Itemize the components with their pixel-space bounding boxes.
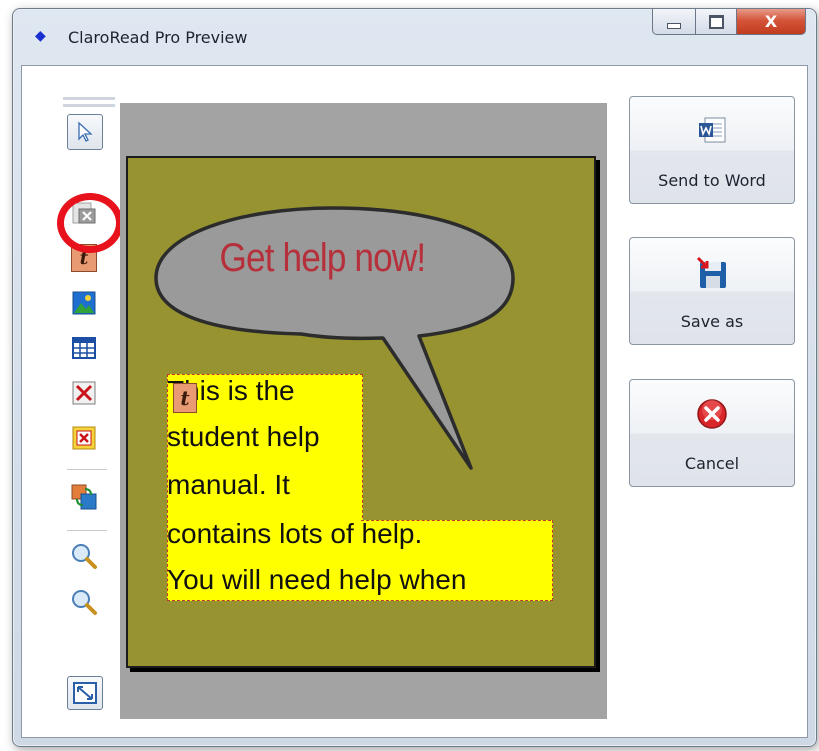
replace-image-button[interactable] — [67, 480, 101, 514]
body-text-line: contains lots of help. — [167, 518, 423, 549]
select-pointer-icon — [78, 121, 93, 142]
send-to-word-label: Send to Word — [658, 171, 766, 190]
text-box-marker-icon: t — [173, 383, 197, 413]
insert-table-icon — [72, 337, 96, 359]
fit-page-button[interactable] — [67, 676, 103, 710]
zoom-in-icon — [72, 544, 97, 569]
delete-button[interactable] — [67, 376, 101, 410]
delete-selection-button[interactable] — [67, 421, 101, 455]
insert-picture-button[interactable] — [67, 286, 101, 320]
caption-buttons: X — [652, 9, 806, 35]
action-icon-wrap — [630, 115, 794, 149]
window-title: ClaroRead Pro Preview — [68, 28, 248, 47]
cancel-label: Cancel — [684, 454, 740, 473]
word-icon — [699, 117, 726, 143]
maximize-icon — [708, 14, 724, 29]
vertical-toolbar: t — [55, 93, 123, 713]
close-icon: X — [764, 12, 778, 31]
zoom-in-button[interactable] — [67, 539, 101, 573]
zoom-out-button[interactable] — [67, 585, 101, 619]
save-as-label: Save as — [680, 312, 744, 331]
minimize-icon — [667, 22, 681, 29]
save-as-button[interactable]: Save as — [629, 237, 795, 345]
select-tool-button[interactable] — [67, 114, 103, 150]
toolbar-separator — [67, 530, 107, 531]
body-text-line: student help — [167, 421, 320, 452]
bubble-text: Get help now! — [219, 236, 427, 280]
body-text-line: You will need help when — [167, 564, 467, 595]
delete-icon — [72, 381, 96, 405]
toolbar-separator — [67, 469, 107, 470]
action-icon-wrap — [630, 256, 794, 290]
close-button[interactable]: X — [737, 9, 806, 35]
fit-page-icon — [73, 682, 97, 704]
replace-image-icon — [71, 484, 97, 510]
client-area: t Get help now! This is the student help… — [21, 65, 808, 738]
highlight-circle — [57, 193, 123, 253]
preview-page[interactable]: Get help now! This is the student help m… — [126, 156, 596, 668]
preview-pane[interactable]: Get help now! This is the student help m… — [120, 103, 607, 719]
insert-picture-icon — [72, 291, 96, 315]
delete-selection-icon — [72, 426, 96, 450]
cancel-button[interactable]: Cancel — [629, 379, 795, 487]
cancel-icon — [697, 399, 727, 429]
zoom-out-icon — [72, 590, 97, 615]
action-icon-wrap — [630, 398, 794, 432]
save-floppy-icon — [696, 256, 726, 288]
maximize-button[interactable] — [696, 9, 737, 35]
insert-table-button[interactable] — [67, 331, 101, 365]
title-bar[interactable]: ◆ ClaroRead Pro Preview X — [13, 9, 816, 65]
body-text-line: manual. It — [167, 469, 290, 500]
toolbar-grip[interactable] — [63, 104, 115, 107]
minimize-button[interactable] — [652, 9, 696, 35]
diamond-icon: ◆ — [35, 28, 46, 44]
preview-window: ◆ ClaroRead Pro Preview X t Get help now… — [12, 8, 817, 747]
send-to-word-button[interactable]: Send to Word — [629, 96, 795, 204]
toolbar-grip[interactable] — [63, 97, 115, 100]
